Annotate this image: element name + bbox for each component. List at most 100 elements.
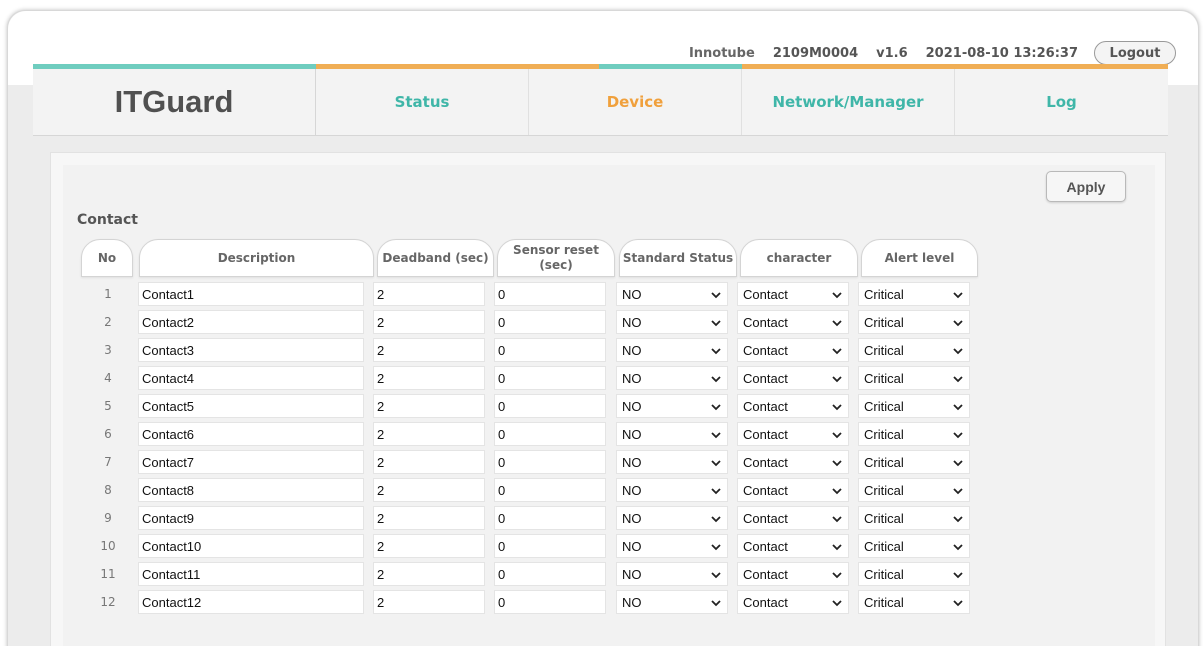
standard-status-select[interactable]: NO [616, 590, 728, 614]
brand-logo[interactable]: ITGuard [33, 69, 316, 135]
sensor-reset-input[interactable]: 0 [494, 394, 606, 418]
tab-status[interactable]: Status [316, 69, 529, 135]
select-value: NO [622, 342, 642, 358]
sensor-reset-input[interactable]: 0 [494, 422, 606, 446]
description-input[interactable]: Contact7 [138, 450, 364, 474]
character-select[interactable]: Contact [737, 534, 849, 558]
deadband-input[interactable]: 2 [373, 450, 485, 474]
alert-level-select[interactable]: Critical [858, 450, 970, 474]
description-input[interactable]: Contact3 [138, 338, 364, 362]
standard-status-select[interactable]: NO [616, 338, 728, 362]
deadband-input[interactable]: 2 [373, 562, 485, 586]
row-number: 12 [100, 595, 116, 609]
deadband-input[interactable]: 2 [373, 338, 485, 362]
sensor-reset-input[interactable]: 0 [494, 590, 606, 614]
alert-level-select[interactable]: Critical [858, 506, 970, 530]
table-row: 5 Contact5 2 0 NO Contact Critical [81, 392, 1031, 420]
select-value: Contact [743, 482, 788, 498]
select-value: Critical [864, 594, 904, 610]
description-input[interactable]: Contact2 [138, 310, 364, 334]
character-select[interactable]: Contact [737, 338, 849, 362]
description-input[interactable]: Contact8 [138, 478, 364, 502]
apply-button[interactable]: Apply [1046, 171, 1126, 202]
deadband-input[interactable]: 2 [373, 534, 485, 558]
character-select[interactable]: Contact [737, 422, 849, 446]
deadband-input[interactable]: 2 [373, 478, 485, 502]
alert-level-select[interactable]: Critical [858, 590, 970, 614]
sensor-reset-input[interactable]: 0 [494, 450, 606, 474]
alert-level-select[interactable]: Critical [858, 366, 970, 390]
select-value: NO [622, 538, 642, 554]
standard-status-select[interactable]: NO [616, 366, 728, 390]
description-input[interactable]: Contact12 [138, 590, 364, 614]
standard-status-select[interactable]: NO [616, 422, 728, 446]
deadband-input[interactable]: 2 [373, 366, 485, 390]
sensor-reset-input[interactable]: 0 [494, 534, 606, 558]
table-row: 3 Contact3 2 0 NO Contact Critical [81, 336, 1031, 364]
row-number: 6 [104, 427, 112, 441]
tab-log[interactable]: Log [955, 69, 1168, 135]
alert-level-select[interactable]: Critical [858, 282, 970, 306]
sensor-reset-input[interactable]: 0 [494, 310, 606, 334]
standard-status-select[interactable]: NO [616, 450, 728, 474]
standard-status-select[interactable]: NO [616, 310, 728, 334]
description-input[interactable]: Contact10 [138, 534, 364, 558]
alert-level-select[interactable]: Critical [858, 310, 970, 334]
tab-network-manager[interactable]: Network/Manager [742, 69, 955, 135]
character-select[interactable]: Contact [737, 590, 849, 614]
alert-level-select[interactable]: Critical [858, 338, 970, 362]
product-name: Innotube [688, 45, 755, 61]
standard-status-select[interactable]: NO [616, 534, 728, 558]
sensor-reset-input[interactable]: 0 [494, 282, 606, 306]
deadband-input[interactable]: 2 [373, 590, 485, 614]
character-select[interactable]: Contact [737, 394, 849, 418]
character-select[interactable]: Contact [737, 282, 849, 306]
deadband-input[interactable]: 2 [373, 394, 485, 418]
sensor-reset-input[interactable]: 0 [494, 562, 606, 586]
character-select[interactable]: Contact [737, 506, 849, 530]
standard-status-select[interactable]: NO [616, 478, 728, 502]
character-select[interactable]: Contact [737, 562, 849, 586]
description-input[interactable]: Contact5 [138, 394, 364, 418]
character-select[interactable]: Contact [737, 310, 849, 334]
deadband-input[interactable]: 2 [373, 282, 485, 306]
select-value: NO [622, 482, 642, 498]
tab-device[interactable]: Device [529, 69, 742, 135]
select-value: Contact [743, 286, 788, 302]
table-row: 7 Contact7 2 0 NO Contact Critical [81, 448, 1031, 476]
sensor-reset-input[interactable]: 0 [494, 478, 606, 502]
description-input[interactable]: Contact1 [138, 282, 364, 306]
select-value: NO [622, 510, 642, 526]
column-header-deadband: Deadband (sec) [377, 239, 494, 277]
standard-status-select[interactable]: NO [616, 562, 728, 586]
column-header-character: character [740, 239, 858, 277]
logout-button[interactable]: Logout [1094, 41, 1176, 65]
alert-level-select[interactable]: Critical [858, 422, 970, 446]
select-value: Contact [743, 398, 788, 414]
sensor-reset-input[interactable]: 0 [494, 506, 606, 530]
alert-level-select[interactable]: Critical [858, 478, 970, 502]
sensor-reset-input[interactable]: 0 [494, 338, 606, 362]
standard-status-select[interactable]: NO [616, 282, 728, 306]
standard-status-select[interactable]: NO [616, 394, 728, 418]
alert-level-select[interactable]: Critical [858, 534, 970, 558]
character-select[interactable]: Contact [737, 366, 849, 390]
select-value: Critical [864, 454, 904, 470]
deadband-input[interactable]: 2 [373, 506, 485, 530]
select-value: Contact [743, 538, 788, 554]
description-input[interactable]: Contact4 [138, 366, 364, 390]
table-row: 10 Contact10 2 0 NO Contact Critical [81, 532, 1031, 560]
description-input[interactable]: Contact6 [138, 422, 364, 446]
character-select[interactable]: Contact [737, 450, 849, 474]
table-row: 1 Contact1 2 0 NO Contact Critical [81, 280, 1031, 308]
alert-level-select[interactable]: Critical [858, 394, 970, 418]
description-input[interactable]: Contact9 [138, 506, 364, 530]
description-input[interactable]: Contact11 [138, 562, 364, 586]
standard-status-select[interactable]: NO [616, 506, 728, 530]
deadband-input[interactable]: 2 [373, 310, 485, 334]
character-select[interactable]: Contact [737, 478, 849, 502]
sensor-reset-input[interactable]: 0 [494, 366, 606, 390]
deadband-input[interactable]: 2 [373, 422, 485, 446]
row-number: 8 [104, 483, 112, 497]
alert-level-select[interactable]: Critical [858, 562, 970, 586]
